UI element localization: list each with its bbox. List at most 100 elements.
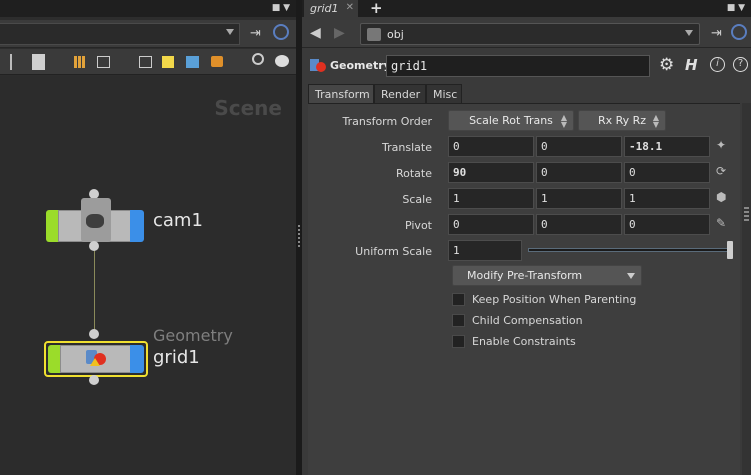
rotate-handle-icon[interactable]: ⟳ — [716, 164, 726, 178]
enable-constraints-label: Enable Constraints — [472, 335, 576, 348]
eye-icon[interactable] — [275, 55, 289, 67]
sticky-note-icon[interactable] — [162, 56, 174, 68]
gear-icon[interactable]: ⚙ — [659, 55, 674, 75]
pin-icon[interactable]: ⇥ — [711, 26, 722, 41]
node-cam1[interactable] — [46, 198, 144, 242]
network-path-bar: ⇥ — [0, 20, 296, 48]
network-canvas[interactable]: Scene cam1 Geometry grid1 — [0, 76, 296, 475]
modify-pre-transform-menu[interactable]: Modify Pre-Transform — [452, 265, 642, 286]
parameter-area: Transform Order Scale Rot Trans ▲ ▼ Rx Ry… — [308, 103, 740, 475]
table-view-icon[interactable] — [97, 56, 110, 68]
tab-render[interactable]: Render — [374, 84, 426, 103]
scale-x-field[interactable]: 1 — [448, 188, 534, 209]
network-pane: ■ ▼ ⇥ Scene cam1 Geometry grid1 — [0, 0, 296, 475]
search-icon[interactable] — [252, 53, 264, 65]
modify-menu-label: Modify Pre-Transform — [467, 269, 583, 282]
add-tab-icon[interactable]: + — [370, 0, 383, 17]
parameter-scrollbar[interactable] — [742, 103, 751, 475]
node-type-label: Geometry — [330, 59, 391, 72]
image-icon[interactable] — [186, 56, 199, 68]
help-h-icon[interactable]: H — [685, 56, 698, 74]
tab-misc[interactable]: Misc — [426, 84, 462, 103]
uniform-scale-field[interactable]: 1 — [448, 240, 522, 261]
tree-view-icon[interactable] — [10, 54, 26, 70]
translate-x-field[interactable]: 0 — [448, 136, 534, 157]
obj-network-icon — [367, 28, 381, 41]
node-output-dot[interactable] — [89, 241, 99, 251]
pane-menu-icon[interactable]: ■ ▼ — [727, 3, 745, 13]
help-icon[interactable]: ? — [733, 57, 748, 72]
node-type-label: Geometry — [153, 326, 233, 345]
node-output-dot[interactable] — [89, 375, 99, 385]
pivot-y-field[interactable]: 0 — [536, 214, 622, 235]
pin-icon[interactable]: ⇥ — [250, 26, 261, 41]
network-tabstrip: ■ ▼ — [0, 0, 296, 17]
rotate-order-value: Rx Ry Rz — [597, 114, 647, 127]
node-name-field[interactable]: grid1 — [386, 55, 650, 77]
pane-tab-grid1[interactable]: grid1 ✕ — [304, 0, 358, 17]
pane-tab-label: grid1 — [310, 2, 339, 15]
uniform-scale-slider[interactable] — [528, 248, 730, 252]
node-header: Geometry grid1 ⚙ H i ? — [302, 52, 751, 80]
chevron-down-icon — [627, 273, 635, 279]
scale-y-field[interactable]: 1 — [536, 188, 622, 209]
spin-arrows-icon: ▲ ▼ — [560, 113, 567, 129]
forward-arrow-icon[interactable]: ▶ — [334, 25, 345, 41]
rotate-x-field[interactable]: 90 — [448, 162, 534, 183]
link-icon[interactable] — [273, 24, 289, 40]
chevron-down-icon — [226, 29, 234, 35]
list-view-icon[interactable] — [32, 54, 45, 70]
child-compensation-label: Child Compensation — [472, 314, 583, 327]
rotate-z-field[interactable]: 0 — [624, 162, 710, 183]
geometry-icon — [310, 59, 326, 73]
rotate-order-menu[interactable]: Rx Ry Rz ▲ ▼ — [578, 110, 666, 131]
pivot-z-field[interactable]: 0 — [624, 214, 710, 235]
splitter-grip[interactable] — [298, 225, 300, 247]
background-icon[interactable] — [211, 56, 223, 67]
info-icon[interactable]: i — [710, 57, 725, 72]
uniform-scale-label: Uniform Scale — [355, 245, 432, 258]
pivot-handle-icon[interactable]: ✎ — [716, 216, 726, 230]
scrollbar-grip[interactable] — [744, 207, 749, 221]
translate-z-field[interactable]: -18.1 — [624, 136, 710, 157]
uniform-scale-slider-handle[interactable] — [727, 241, 733, 259]
enable-constraints-checkbox[interactable] — [452, 335, 465, 348]
render-flag[interactable] — [130, 345, 144, 373]
scale-z-field[interactable]: 1 — [624, 188, 710, 209]
node-grid1[interactable] — [44, 341, 148, 377]
scale-handle-icon[interactable]: ⬢ — [716, 190, 726, 204]
param-tabstrip: grid1 ✕ + ■ ▼ — [302, 0, 751, 17]
tab-transform[interactable]: Transform — [308, 84, 374, 103]
path-field[interactable]: obj — [360, 23, 700, 45]
pane-menu-icon[interactable]: ■ ▼ — [272, 3, 290, 13]
rotate-y-field[interactable]: 0 — [536, 162, 622, 183]
transform-order-menu[interactable]: Scale Rot Trans ▲ ▼ — [448, 110, 574, 131]
network-path-field[interactable] — [0, 23, 240, 45]
close-icon[interactable]: ✕ — [346, 2, 354, 13]
child-compensation-checkbox[interactable] — [452, 314, 465, 327]
render-flag[interactable] — [130, 210, 144, 242]
translate-label: Translate — [382, 141, 432, 154]
parameter-pane: grid1 ✕ + ■ ▼ ◀ ▶ obj ⇥ Geometry grid1 ⚙… — [302, 0, 751, 475]
param-path-bar: ◀ ▶ obj ⇥ — [302, 20, 751, 48]
transform-order-value: Scale Rot Trans — [469, 114, 553, 127]
pivot-x-field[interactable]: 0 — [448, 214, 534, 235]
keep-position-label: Keep Position When Parenting — [472, 293, 637, 306]
link-icon[interactable] — [731, 24, 747, 40]
scene-label: Scene — [214, 96, 282, 120]
camera-icon — [86, 214, 104, 228]
translate-y-field[interactable]: 0 — [536, 136, 622, 157]
node-input-dot[interactable] — [89, 329, 99, 339]
transform-order-label: Transform Order — [342, 115, 432, 128]
pivot-label: Pivot — [404, 219, 432, 232]
network-toolbar — [0, 49, 296, 75]
grid-view-icon[interactable] — [74, 56, 86, 68]
network-box-icon[interactable] — [139, 56, 152, 68]
rotate-label: Rotate — [395, 167, 432, 180]
node-label-cam1: cam1 — [153, 210, 203, 231]
keep-position-checkbox[interactable] — [452, 293, 465, 306]
translate-handle-icon[interactable]: ✦ — [716, 138, 726, 152]
back-arrow-icon[interactable]: ◀ — [310, 25, 321, 41]
chevron-down-icon — [685, 30, 693, 36]
spin-arrows-icon: ▲ ▼ — [652, 113, 659, 129]
